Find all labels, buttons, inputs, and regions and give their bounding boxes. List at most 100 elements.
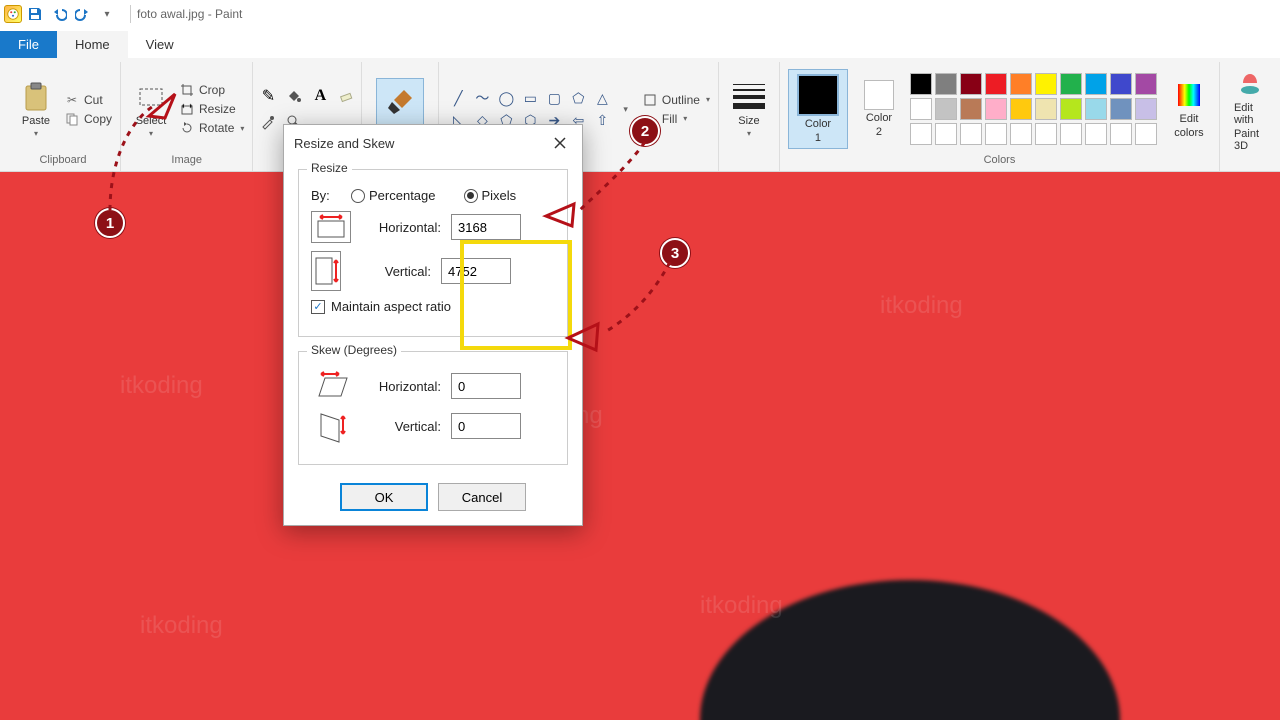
size-button[interactable]: Size ▾: [727, 77, 771, 142]
resize-vertical-input[interactable]: [441, 258, 511, 284]
shape-triangle[interactable]: △: [591, 88, 613, 108]
color-swatch[interactable]: [1035, 98, 1057, 120]
color-swatch[interactable]: [1035, 123, 1057, 145]
radio-icon: [464, 189, 478, 203]
paint3d-button[interactable]: Edit with Paint 3D: [1228, 64, 1272, 156]
tab-view[interactable]: View: [128, 31, 192, 58]
color-picker-tool[interactable]: [257, 111, 279, 133]
skew-h-label: Horizontal:: [361, 379, 441, 394]
color-swatch[interactable]: [1135, 73, 1157, 95]
annotation-path-2: [575, 140, 655, 220]
save-icon[interactable]: [26, 5, 44, 23]
annotation-arrow-1: [145, 88, 185, 122]
color-swatch[interactable]: [1060, 98, 1082, 120]
canvas[interactable]: itkoding itkoding itkoding itkoding itko…: [0, 172, 1280, 720]
radio-percentage[interactable]: Percentage: [351, 188, 436, 203]
quick-access-toolbar: ▾: [26, 5, 116, 23]
eraser-tool[interactable]: [335, 85, 357, 107]
color-swatch[interactable]: [1110, 98, 1132, 120]
color-swatch[interactable]: [935, 73, 957, 95]
clipboard-group-label: Clipboard: [39, 154, 86, 169]
outline-button[interactable]: Outline▾: [642, 92, 710, 108]
color-swatch[interactable]: [1035, 73, 1057, 95]
skew-vertical-input[interactable]: [451, 413, 521, 439]
color-swatch[interactable]: [960, 123, 982, 145]
color-swatch[interactable]: [910, 73, 932, 95]
radio-icon: [351, 189, 365, 203]
shape-line[interactable]: ╱: [447, 88, 469, 108]
color-swatch[interactable]: [1060, 123, 1082, 145]
pixels-label: Pixels: [482, 188, 517, 203]
resize-v-icon: [311, 251, 341, 291]
color-swatch[interactable]: [910, 123, 932, 145]
edit-colors-button[interactable]: Edit colors: [1167, 75, 1211, 143]
text-tool[interactable]: A: [309, 85, 331, 107]
color-swatch[interactable]: [1085, 73, 1107, 95]
color-swatch[interactable]: [935, 98, 957, 120]
color2-button[interactable]: Color 2: [858, 76, 900, 142]
color-swatch[interactable]: [985, 98, 1007, 120]
color1-button[interactable]: Color 1: [788, 69, 848, 149]
color-swatch[interactable]: [1060, 73, 1082, 95]
color-swatch[interactable]: [1110, 123, 1132, 145]
skew-horizontal-input[interactable]: [451, 373, 521, 399]
color-swatch[interactable]: [1110, 73, 1132, 95]
chevron-down-icon: ▾: [683, 114, 687, 123]
shape-roundrect[interactable]: ▢: [543, 88, 565, 108]
shapes-more-icon[interactable]: ▾: [623, 104, 628, 115]
color-swatch[interactable]: [1010, 123, 1032, 145]
cancel-button[interactable]: Cancel: [438, 483, 526, 511]
qat-dropdown-icon[interactable]: ▾: [98, 5, 116, 23]
shape-oval[interactable]: ◯: [495, 88, 517, 108]
outline-label: Outline: [662, 93, 700, 107]
color-swatch[interactable]: [1135, 98, 1157, 120]
maintain-aspect-checkbox[interactable]: ✓Maintain aspect ratio: [311, 299, 451, 314]
edit-colors-label1: Edit: [1179, 113, 1198, 125]
group-paint3d: Edit with Paint 3D: [1220, 62, 1280, 171]
color-swatch[interactable]: [1085, 98, 1107, 120]
color-swatch[interactable]: [1085, 123, 1107, 145]
shape-polygon[interactable]: ⬠: [567, 88, 589, 108]
resize-label: Resize: [199, 102, 236, 116]
close-button[interactable]: [548, 131, 572, 155]
paint3d-label2: Paint 3D: [1234, 128, 1266, 152]
undo-icon[interactable]: [50, 5, 68, 23]
color-swatch[interactable]: [985, 123, 1007, 145]
color-swatch[interactable]: [1010, 98, 1032, 120]
color-swatch[interactable]: [910, 98, 932, 120]
skew-legend: Skew (Degrees): [307, 343, 401, 357]
crop-label: Crop: [199, 83, 225, 97]
outline-icon: [642, 92, 658, 108]
shape-curve[interactable]: 〜: [471, 88, 493, 108]
annotation-arrow-3: [564, 320, 604, 354]
color-swatch[interactable]: [960, 98, 982, 120]
shape-rect[interactable]: ▭: [519, 88, 541, 108]
titlebar-separator: [130, 5, 131, 23]
radio-pixels[interactable]: Pixels: [464, 188, 517, 203]
color2-label1: Color: [866, 112, 892, 124]
fill-tool[interactable]: [283, 85, 305, 107]
tab-file[interactable]: File: [0, 31, 57, 58]
color-swatch[interactable]: [935, 123, 957, 145]
window-titlebar: ▾ foto awal.jpg - Paint: [0, 0, 1280, 28]
shape-arrow-up[interactable]: ⇧: [591, 110, 613, 130]
paste-button[interactable]: Paste ▾: [14, 77, 58, 142]
resize-horizontal-input[interactable]: [451, 214, 521, 240]
color-swatch[interactable]: [960, 73, 982, 95]
crop-button[interactable]: Crop: [179, 82, 244, 98]
resize-v-label: Vertical:: [351, 264, 431, 279]
ok-button[interactable]: OK: [340, 483, 428, 511]
dialog-titlebar[interactable]: Resize and Skew: [284, 125, 582, 161]
pencil-tool[interactable]: ✎: [257, 85, 279, 107]
canvas-content: [700, 580, 1120, 720]
color-swatch[interactable]: [985, 73, 1007, 95]
chevron-down-icon: ▾: [240, 124, 244, 133]
color-swatch[interactable]: [1010, 73, 1032, 95]
resize-fieldset: Resize By: Percentage Pixels Horizontal:…: [298, 169, 568, 337]
paste-label: Paste: [22, 115, 50, 127]
color1-label2: 1: [815, 132, 821, 144]
redo-icon[interactable]: [74, 5, 92, 23]
group-colors: Color 1 Color 2 Edit colors Colors: [780, 62, 1220, 171]
tab-home[interactable]: Home: [57, 31, 128, 58]
color-swatch[interactable]: [1135, 123, 1157, 145]
